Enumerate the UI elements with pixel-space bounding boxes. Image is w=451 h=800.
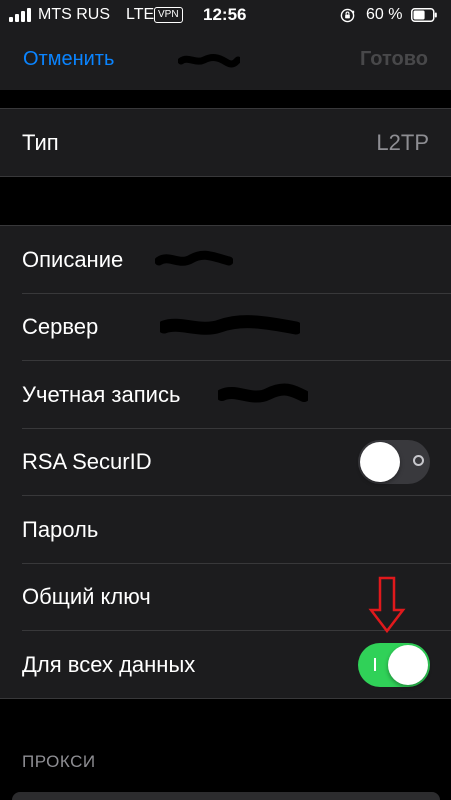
carrier-name: MTS RUS <box>38 6 110 23</box>
account-label: Учетная запись <box>22 381 181 407</box>
description-row[interactable]: Описание <box>0 226 451 294</box>
battery-percent: 60 % <box>366 6 403 23</box>
network-type: LTE <box>126 6 155 23</box>
shared-key-label: Общий ключ <box>22 584 151 610</box>
redacted-server-value <box>160 315 300 336</box>
server-row[interactable]: Сервер <box>0 294 451 362</box>
battery-level-fill <box>413 10 425 20</box>
rsa-securid-row: RSA SecurID <box>0 429 451 497</box>
toggle-off-indicator-icon <box>413 455 424 467</box>
done-button[interactable]: Готово <box>360 48 428 71</box>
section-gap <box>0 177 451 225</box>
cancel-button[interactable]: Отменить <box>23 48 114 71</box>
rsa-securid-label: RSA SecurID <box>22 449 152 475</box>
status-bar: MTS RUS LTE VPN 12:56 60 % <box>0 0 451 32</box>
type-value: L2TP <box>376 129 429 155</box>
password-label: Пароль <box>22 516 99 542</box>
description-label: Описание <box>22 246 124 272</box>
type-row[interactable]: Тип L2TP <box>0 109 451 177</box>
nav-bar: Отменить Готово <box>0 32 451 90</box>
battery-icon <box>411 8 437 22</box>
redacted-description-value <box>155 250 233 266</box>
type-group: Тип L2TP <box>0 108 451 177</box>
redacted-account-value <box>218 383 308 403</box>
password-row[interactable]: Пароль <box>0 496 451 564</box>
rsa-securid-toggle[interactable] <box>358 440 430 485</box>
toggle-knob <box>388 644 428 685</box>
all-traffic-toggle[interactable] <box>358 642 430 687</box>
signal-icon <box>9 8 31 22</box>
redacted-title <box>178 54 240 68</box>
proxy-section-header: ПРОКСИ <box>22 752 96 771</box>
server-label: Сервер <box>22 314 99 340</box>
all-traffic-label: Для всех данных <box>22 651 196 677</box>
account-row[interactable]: Учетная запись <box>0 361 451 429</box>
proxy-group[interactable] <box>12 792 440 800</box>
toggle-on-indicator-icon <box>374 657 376 671</box>
all-traffic-row: Для всех данных <box>0 631 451 699</box>
status-time: 12:56 <box>203 5 247 24</box>
type-label: Тип <box>22 129 59 155</box>
vpn-badge: VPN <box>154 7 183 23</box>
red-arrow-down-icon <box>368 576 406 634</box>
toggle-knob <box>360 442 400 483</box>
section-gap <box>0 90 451 108</box>
orientation-lock-icon <box>340 8 355 23</box>
